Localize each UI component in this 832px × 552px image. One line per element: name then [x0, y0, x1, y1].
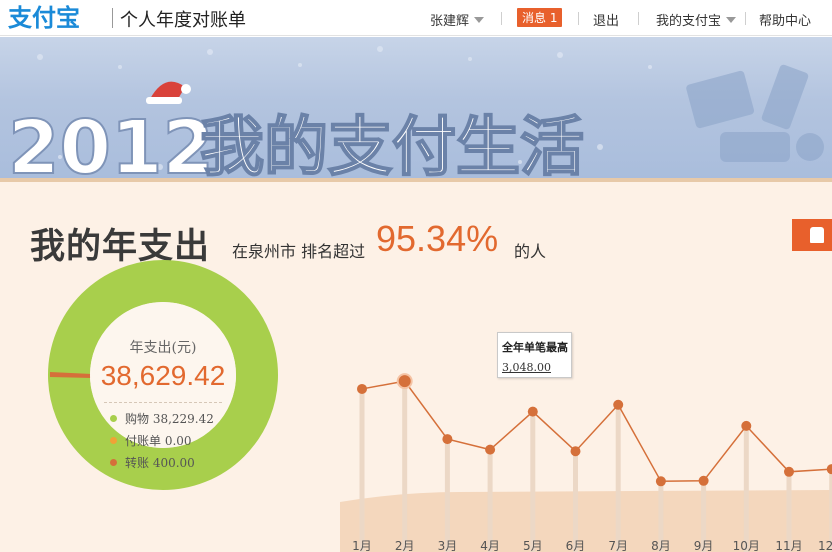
legend-label: 付账单 0.00 — [125, 434, 192, 448]
alipay-logo[interactable]: 支付宝 — [6, 2, 102, 32]
help-center-link[interactable]: 帮助中心 — [759, 10, 811, 29]
legend-dot — [110, 437, 117, 444]
divider — [745, 12, 746, 25]
month-point[interactable] — [826, 464, 832, 475]
year-banner: 2012 我的支付生活 — [0, 37, 832, 180]
logo-separator — [112, 8, 113, 28]
month-stem — [444, 439, 450, 552]
month-stem — [615, 404, 621, 552]
monthly-spending-chart: 1月 2月 3月 4月 5月 6月 7月 8月 9月 10月 11月 12月 — [340, 373, 832, 552]
chevron-down-icon — [474, 17, 485, 23]
month-label: 12月 — [818, 539, 832, 552]
month-label: 1月 — [352, 539, 372, 552]
total-value: 38,629.42 — [100, 360, 226, 391]
divider — [104, 402, 222, 403]
share-button[interactable] — [792, 219, 832, 251]
month-label: 10月 — [733, 539, 760, 552]
rank-percentage: 95.34% — [376, 218, 499, 259]
month-point[interactable] — [357, 383, 367, 394]
logout-link[interactable]: 退出 — [593, 10, 619, 29]
month-label: 4月 — [480, 539, 500, 552]
user-menu[interactable]: 张建辉 — [430, 10, 485, 29]
month-point[interactable] — [570, 446, 581, 457]
rank-prefix: 在泉州市 排名超过 — [232, 242, 366, 261]
total-label: 年支出(元) — [129, 340, 197, 356]
month-stem — [402, 381, 408, 552]
my-alipay-menu[interactable]: 我的支付宝 — [656, 10, 737, 29]
month-point[interactable] — [396, 373, 413, 390]
month-label: 7月 — [608, 539, 628, 552]
user-icon — [810, 227, 824, 243]
month-point[interactable] — [655, 476, 666, 487]
month-point[interactable] — [698, 475, 709, 486]
month-point[interactable] — [613, 399, 624, 410]
max-transaction-tooltip: 全年单笔最高 3,048.00 — [497, 332, 572, 378]
spending-line — [361, 380, 832, 483]
month-point[interactable] — [784, 466, 794, 477]
month-label: 11月 — [775, 539, 802, 552]
spending-donut: 年支出(元) 38,629.42 购物 38,229.42 付账单 0.00 转… — [48, 260, 278, 490]
svg-text:2012: 2012 — [8, 105, 214, 180]
legend-dot — [110, 415, 117, 422]
svg-text:我的支付生活: 我的支付生活 — [200, 111, 584, 180]
month-stem — [359, 388, 365, 552]
santa-hat-icon — [146, 81, 191, 104]
month-label: 2月 — [395, 539, 415, 552]
legend-item-bills: 付账单 0.00 — [110, 432, 192, 449]
my-alipay-label: 我的支付宝 — [656, 14, 722, 29]
divider — [638, 12, 639, 25]
month-point[interactable] — [485, 444, 496, 455]
month-stem — [743, 425, 749, 552]
month-label: 6月 — [566, 539, 586, 552]
divider — [501, 12, 502, 25]
messages-button[interactable]: 消息 1 — [517, 8, 563, 27]
legend-item-shopping: 购物 38,229.42 — [110, 410, 214, 427]
month-label: 3月 — [438, 539, 458, 552]
rank-suffix: 的人 — [514, 242, 547, 261]
top-bar: 支付宝 个人年度对账单 张建辉 消息 1 退出 我的支付宝 帮助中心 — [0, 0, 832, 36]
user-name: 张建辉 — [430, 14, 470, 29]
legend-label: 购物 38,229.42 — [125, 412, 214, 426]
month-stem — [573, 451, 578, 552]
page-title: 个人年度对账单 — [120, 10, 246, 31]
divider — [578, 12, 579, 25]
legend-dot — [110, 459, 117, 466]
tooltip-value: 3,048.00 — [502, 361, 551, 374]
banner-art: 2012 我的支付生活 — [7, 46, 824, 180]
legend-label: 转账 400.00 — [125, 456, 195, 470]
svg-text:支付宝: 支付宝 — [8, 4, 80, 32]
chevron-down-icon — [726, 17, 737, 23]
month-stem — [487, 449, 493, 552]
month-point[interactable] — [741, 420, 752, 431]
month-stem — [530, 411, 536, 552]
month-point[interactable] — [527, 406, 538, 417]
tooltip-title: 全年单笔最高 — [502, 341, 568, 354]
month-label: 5月 — [523, 539, 543, 552]
month-label: 8月 — [651, 539, 671, 552]
month-label: 9月 — [694, 539, 714, 552]
legend-item-transfer: 转账 400.00 — [110, 454, 195, 471]
month-point[interactable] — [442, 434, 453, 445]
